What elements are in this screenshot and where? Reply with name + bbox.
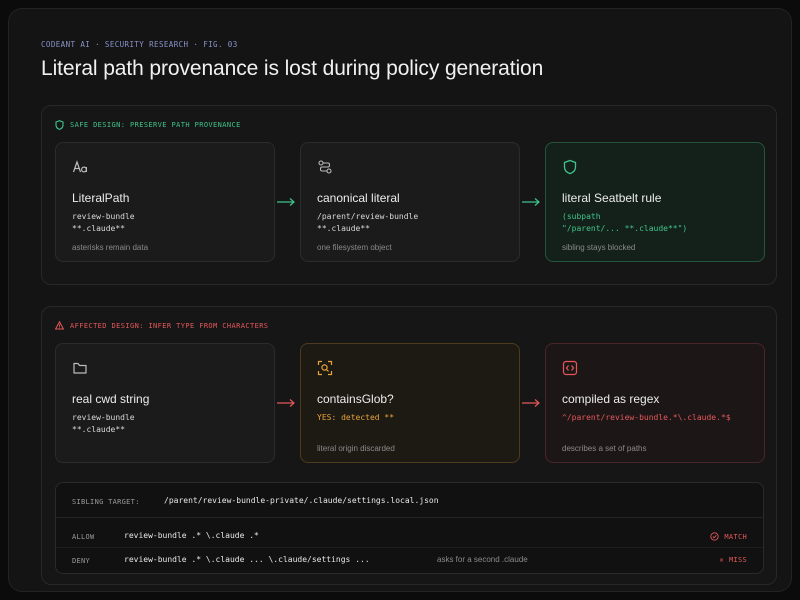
card-real-cwd-string: real cwd string review-bundle **.claude*… [55, 343, 275, 463]
path-nodes-icon [318, 160, 332, 174]
card-code-line: review-bundle [72, 413, 135, 422]
rule-kind: DENY [72, 557, 91, 565]
warning-icon [55, 321, 64, 330]
arrow-right-icon [277, 399, 295, 407]
card-literal-path: LiteralPath review-bundle **.claude** as… [55, 142, 275, 262]
card-code-line: /parent/review-bundle [317, 212, 419, 221]
sibling-target-panel: SIBLING TARGET: /parent/review-bundle-pr… [55, 482, 764, 574]
x-icon: ✕ [719, 556, 724, 564]
affected-design-section: AFFECTED DESIGN: INFER TYPE FROM CHARACT… [41, 306, 777, 585]
shield-icon [563, 159, 577, 175]
card-code-line: **.claude** [317, 224, 370, 233]
match-status: MATCH [724, 532, 747, 541]
affected-design-label: AFFECTED DESIGN: INFER TYPE FROM CHARACT… [55, 321, 268, 330]
card-note: literal origin discarded [317, 444, 395, 453]
card-literal-seatbelt-rule: literal Seatbelt rule (subpath "/parent/… [545, 142, 765, 262]
arrow-right-icon [522, 198, 540, 206]
card-code-line: **.claude** [72, 425, 125, 434]
safe-design-label: SAFE DESIGN: PRESERVE PATH PROVENANCE [55, 120, 241, 130]
rule-pattern: review-bundle .* \.claude .* [124, 531, 259, 540]
figure-kicker: CODEANT AI · SECURITY RESEARCH · FIG. 03 [41, 40, 238, 49]
card-contains-glob: containsGlob? YES: detected ** literal o… [300, 343, 520, 463]
text-aa-icon [72, 160, 88, 173]
search-box-icon [317, 360, 333, 376]
card-title: LiteralPath [72, 191, 130, 205]
shield-icon [55, 120, 64, 130]
card-code-line: **.claude** [72, 224, 125, 233]
miss-badge: ✕ MISS [719, 556, 747, 564]
folder-icon [73, 362, 87, 374]
card-canonical-literal: canonical literal /parent/review-bundle … [300, 142, 520, 262]
divider [56, 547, 763, 548]
card-title: real cwd string [72, 392, 150, 406]
check-circle-icon [710, 532, 720, 541]
rule-kind: ALLOW [72, 533, 95, 541]
safe-design-label-text: SAFE DESIGN: PRESERVE PATH PROVENANCE [70, 121, 241, 129]
card-note: one filesystem object [317, 243, 392, 252]
figure-frame: CODEANT AI · SECURITY RESEARCH · FIG. 03… [8, 8, 792, 592]
card-note: asterisks remain data [72, 243, 149, 252]
card-title: containsGlob? [317, 392, 394, 406]
affected-design-label-text: AFFECTED DESIGN: INFER TYPE FROM CHARACT… [70, 321, 269, 330]
arrow-right-icon [522, 399, 540, 407]
card-code-line: "/parent/... **.claude**") [562, 224, 688, 233]
miss-status: MISS [728, 556, 747, 564]
card-code-line: ^/parent/review-bundle.*\.claude.*$ [562, 413, 731, 422]
match-badge: MATCH [710, 532, 747, 541]
sibling-target-path: /parent/review-bundle-private/.claude/se… [164, 496, 439, 505]
card-note: describes a set of paths [562, 444, 647, 453]
card-title: literal Seatbelt rule [562, 191, 662, 205]
rule-note: asks for a second .claude [437, 555, 528, 564]
card-title: compiled as regex [562, 392, 660, 406]
divider [56, 517, 763, 518]
arrow-right-icon [277, 198, 295, 206]
page-title: Literal path provenance is lost during p… [41, 57, 544, 80]
card-code-line: YES: detected ** [317, 413, 395, 422]
card-code-line: review-bundle [72, 212, 135, 221]
safe-design-section: SAFE DESIGN: PRESERVE PATH PROVENANCE Li… [41, 105, 777, 285]
card-code-line: (subpath [562, 212, 601, 221]
rule-pattern: review-bundle .* \.claude ... \.claude/s… [124, 555, 370, 564]
card-title: canonical literal [317, 191, 400, 205]
sibling-target-label: SIBLING TARGET: [72, 498, 140, 506]
code-icon [562, 360, 578, 376]
card-note: sibling stays blocked [562, 243, 636, 252]
card-compiled-as-regex: compiled as regex ^/parent/review-bundle… [545, 343, 765, 463]
